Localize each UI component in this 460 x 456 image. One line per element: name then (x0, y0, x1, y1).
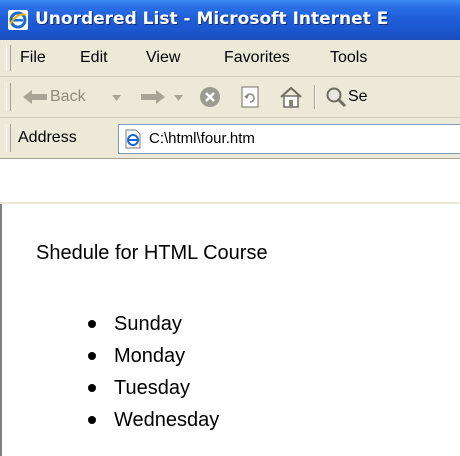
address-value: C:\html\four.htm (149, 130, 255, 147)
bullet-icon (88, 320, 96, 328)
toolbar-separator (314, 85, 316, 109)
list-item-label: Sunday (114, 313, 182, 335)
address-input[interactable]: C:\html\four.htm (118, 124, 460, 154)
stop-icon (200, 87, 220, 107)
back-dropdown-icon (112, 95, 121, 101)
menu-grip[interactable] (6, 45, 11, 71)
list-item-label: Tuesday (114, 377, 190, 399)
day-list: Sunday Monday Tuesday Wednesday (88, 308, 220, 436)
ie-logo-icon (8, 10, 28, 30)
page-content: Shedule for HTML Course Sunday Monday Tu… (0, 204, 460, 456)
home-button[interactable] (276, 83, 306, 111)
list-item-label: Monday (114, 345, 186, 367)
menu-favorites[interactable]: Favorites (224, 49, 290, 67)
forward-button[interactable] (138, 83, 190, 111)
refresh-button[interactable] (236, 83, 266, 111)
home-icon (280, 86, 302, 108)
address-grip[interactable] (6, 124, 11, 152)
search-icon (326, 87, 347, 108)
menu-file[interactable]: File (20, 49, 46, 67)
browser-window: Unordered List - Microsoft Internet E Fi… (0, 0, 460, 456)
stop-button[interactable] (196, 83, 226, 111)
page-heading: Shedule for HTML Course (36, 242, 268, 264)
back-arrow-icon (23, 90, 47, 104)
refresh-icon (241, 86, 259, 108)
address-label: Address (18, 129, 77, 146)
list-item: Tuesday (88, 372, 219, 404)
address-bar: Address C:\html\four.htm (0, 118, 460, 159)
menu-view[interactable]: View (146, 49, 180, 67)
bullet-icon (88, 384, 96, 392)
forward-arrow-icon (141, 90, 165, 104)
page-icon (125, 129, 141, 149)
forward-dropdown-icon (174, 95, 183, 101)
window-title: Unordered List - Microsoft Internet E (35, 9, 389, 29)
back-button[interactable]: Back (20, 83, 130, 111)
toolbar-grip[interactable] (6, 83, 11, 111)
toolbar-gap (0, 159, 460, 202)
standard-toolbar: Back Se (0, 77, 460, 118)
list-item-label: Wednesday (114, 409, 220, 431)
title-bar[interactable]: Unordered List - Microsoft Internet E (0, 0, 460, 40)
back-label: Back (50, 88, 86, 105)
search-label: Se (348, 88, 368, 105)
search-button[interactable]: Se (322, 83, 460, 111)
menu-edit[interactable]: Edit (80, 49, 108, 67)
menu-tools[interactable]: Tools (330, 49, 367, 67)
menu-bar: File Edit View Favorites Tools (0, 40, 460, 77)
bullet-icon (88, 416, 96, 424)
list-item: Sunday (88, 308, 219, 340)
list-item: Monday (88, 340, 219, 372)
bullet-icon (88, 352, 96, 360)
list-item: Wednesday (88, 404, 220, 436)
